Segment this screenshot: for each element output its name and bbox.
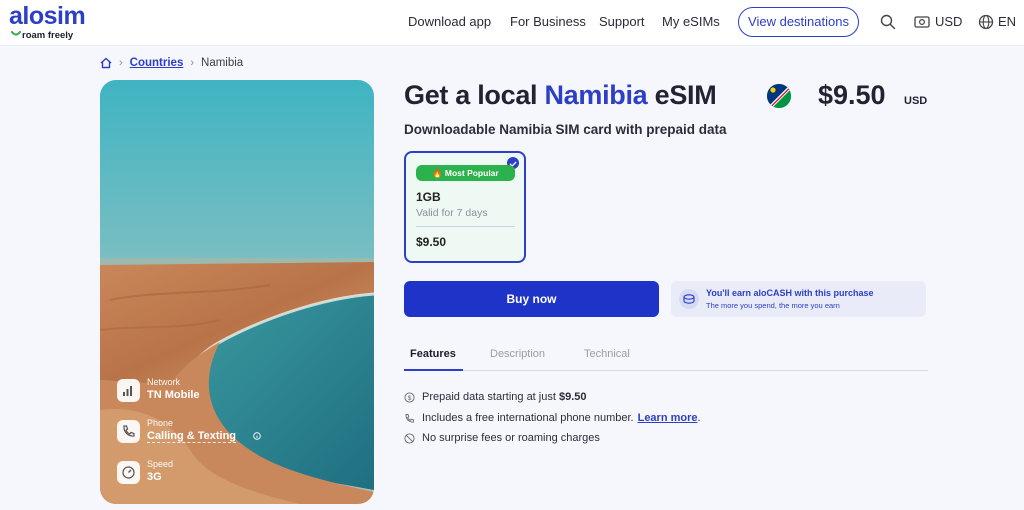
product-title: Get a local Namibia eSIM (404, 80, 717, 111)
feature-price: $9.50 (558, 391, 587, 403)
fire-icon: 🔥 (432, 167, 443, 178)
product-price: $9.50 (818, 80, 886, 110)
breadcrumb-countries[interactable]: Countries (130, 57, 184, 69)
alocash-coins-icon (679, 289, 699, 309)
dollar-icon: $ (404, 391, 415, 403)
buy-now-button[interactable]: Buy now (404, 281, 659, 317)
search-icon[interactable] (880, 14, 896, 30)
spec-label: Speed (147, 459, 174, 469)
chevron-right-icon: › (119, 57, 123, 69)
spec-label: Phone (147, 418, 174, 428)
alocash-banner: You'll earn aloCASH with this purchase T… (671, 281, 926, 317)
language-selector[interactable]: EN (998, 14, 1016, 29)
currency-icon[interactable] (914, 14, 930, 30)
logo-wordmark: alosim (9, 2, 86, 30)
spec-phone: Phone Calling & Texting (117, 418, 357, 450)
spec-value: 3G (147, 471, 162, 483)
signal-icon (117, 379, 140, 402)
plan-divider (416, 226, 515, 227)
speedometer-icon (117, 461, 140, 484)
product-tabs: Features Description Technical (404, 346, 928, 371)
nav-my-esims[interactable]: My eSIMs (662, 14, 720, 29)
globe-icon[interactable] (978, 14, 994, 30)
phone-icon (117, 420, 140, 443)
active-tab-indicator (404, 369, 463, 371)
site-header: alosim roam freely Download app For Busi… (0, 0, 1024, 46)
nav-download-app[interactable]: Download app (408, 14, 491, 29)
tab-description[interactable]: Description (490, 348, 545, 360)
logo-tagline: roam freely (22, 30, 74, 41)
chevron-right-icon: › (190, 57, 195, 69)
spec-speed: Speed 3G (117, 459, 357, 491)
alocash-subtitle: The more you spend, the more you earn (706, 301, 840, 310)
nav-support[interactable]: Support (599, 14, 645, 29)
spec-value[interactable]: Calling & Texting (147, 430, 237, 443)
svg-text:$: $ (408, 395, 412, 402)
spec-value: TN Mobile (147, 389, 200, 401)
title-country: Namibia (544, 80, 648, 110)
no-fees-icon (404, 432, 415, 444)
plan-price: $9.50 (416, 235, 447, 249)
feature-prepaid: $ Prepaid data starting at just $9.50 (404, 390, 587, 404)
feature-trailing: . (697, 412, 701, 424)
feature-text: Prepaid data starting at just (422, 391, 556, 403)
title-suffix: eSIM (654, 80, 717, 110)
home-icon[interactable] (100, 57, 112, 69)
info-icon[interactable] (253, 432, 261, 440)
badge-label: Most Popular (444, 168, 499, 178)
product-currency: USD (904, 95, 928, 107)
most-popular-badge: 🔥 Most Popular (416, 165, 515, 181)
feature-text: No surprise fees or roaming charges (422, 432, 600, 444)
product-subtitle: Downloadable Namibia SIM card with prepa… (404, 122, 727, 137)
phone-icon (405, 413, 414, 422)
feature-no-fees: No surprise fees or roaming charges (404, 431, 600, 445)
tab-technical[interactable]: Technical (584, 348, 630, 360)
currency-selector[interactable]: USD (935, 14, 962, 29)
spec-label: Network (147, 377, 181, 387)
breadcrumb-current: Namibia (201, 57, 244, 69)
alosim-logo[interactable]: alosim roam freely (9, 2, 109, 42)
view-destinations-button[interactable]: View destinations (738, 7, 859, 37)
namibia-hero-image: Network TN Mobile Phone Calling & Textin… (100, 80, 374, 504)
logo-smile-icon (11, 31, 21, 36)
plan-validity: Valid for 7 days (416, 207, 488, 219)
feature-phone-number: Includes a free international phone numb… (404, 411, 701, 425)
plan-data-amount: 1GB (416, 190, 441, 204)
nav-for-business[interactable]: For Business (510, 14, 586, 29)
alocash-title: You'll earn aloCASH with this purchase (706, 288, 874, 298)
title-prefix: Get a local (404, 80, 538, 110)
namibia-flag-icon (767, 84, 791, 108)
learn-more-link[interactable]: Learn more (638, 412, 698, 424)
tab-features[interactable]: Features (410, 348, 456, 360)
spec-network: Network TN Mobile (117, 377, 357, 409)
breadcrumb: › Countries › Namibia (100, 56, 243, 70)
feature-text: Includes a free international phone numb… (422, 412, 634, 424)
